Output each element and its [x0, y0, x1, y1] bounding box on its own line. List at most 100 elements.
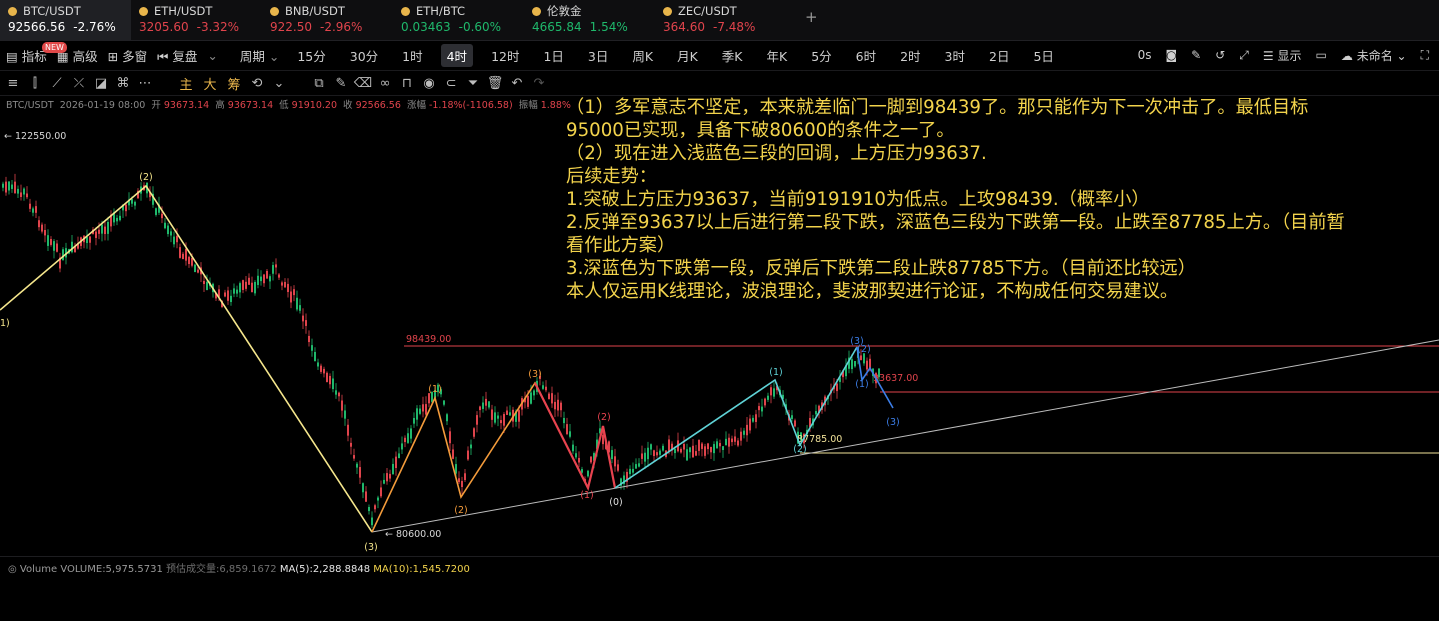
- candle-body: [71, 241, 73, 253]
- candle-body: [794, 420, 796, 427]
- undo-icon[interactable]: ↶: [506, 76, 528, 91]
- layout-name-dropdown[interactable]: ☁ 未命名 ⌄: [1341, 47, 1407, 64]
- darkblue-wave-label-2: (2): [857, 344, 870, 355]
- refresh-icon[interactable]: ⟲: [246, 76, 268, 91]
- expand-icon[interactable]: ⤢: [1239, 48, 1249, 63]
- trash-icon[interactable]: 🗑: [484, 76, 506, 91]
- candle-body: [590, 456, 592, 463]
- candle-body: [167, 225, 169, 235]
- candle-body: [692, 445, 694, 458]
- period-14[interactable]: 3时: [939, 44, 971, 67]
- eraser-icon[interactable]: ⌫: [352, 76, 374, 91]
- period-6[interactable]: 3日: [582, 44, 614, 67]
- candle-body: [578, 457, 580, 463]
- period-10[interactable]: 年K: [760, 44, 793, 67]
- chip-distribution-toggle[interactable]: 筹: [222, 74, 246, 93]
- volume-eye-icon[interactable]: ◎: [8, 564, 17, 575]
- copy-icon[interactable]: ⧉: [308, 76, 330, 91]
- period-7[interactable]: 周K: [626, 44, 659, 67]
- period-13[interactable]: 2时: [894, 44, 926, 67]
- period-dropdown[interactable]: 周期 ⌄: [240, 46, 279, 65]
- ticker-change: 1.54%: [589, 20, 628, 34]
- indicator-button[interactable]: ▤ 指标 NEW: [6, 41, 67, 65]
- candle-body: [392, 463, 394, 475]
- ticker-symbol: ETH/USDT: [154, 4, 213, 18]
- red-wave-label-2: (2): [597, 412, 610, 423]
- period-2[interactable]: 1时: [396, 44, 428, 67]
- candle-body: [530, 392, 532, 404]
- period-4[interactable]: 12时: [485, 44, 525, 67]
- trend-line-icon[interactable]: ⟋: [46, 76, 68, 91]
- period-8[interactable]: 月K: [671, 44, 704, 67]
- ticker-symbol: BNB/USDT: [285, 4, 345, 18]
- ray-line-icon[interactable]: ⤫: [68, 76, 90, 91]
- candle-body: [23, 188, 25, 195]
- candle-body: [725, 438, 727, 446]
- ticker-tab-4[interactable]: 伦敦金 4665.84 1.54%: [524, 0, 655, 40]
- candle-body: [119, 215, 121, 221]
- candle-body: [131, 199, 133, 204]
- period-5[interactable]: 1日: [537, 44, 569, 67]
- layout-name-label: 未命名: [1356, 48, 1393, 63]
- link-icon[interactable]: ∞: [374, 76, 396, 91]
- candle-body: [668, 439, 670, 452]
- candle-body: [485, 398, 487, 406]
- candle-body: [194, 264, 196, 273]
- ticker-tab-0[interactable]: BTC/USDT 92566.56 -2.76%: [0, 0, 131, 40]
- coin-icon: [8, 6, 17, 16]
- period-16[interactable]: 5日: [1027, 44, 1059, 67]
- candle-body: [305, 320, 307, 326]
- multi-window-button[interactable]: ⊞ 多窗: [108, 46, 147, 65]
- candle-body: [695, 451, 697, 456]
- yellow-wave-label-1: (1): [0, 318, 10, 329]
- period-9[interactable]: 季K: [716, 44, 749, 67]
- period-1[interactable]: 30分: [344, 44, 384, 67]
- candle-body: [716, 441, 718, 449]
- brush-icon[interactable]: ⌘: [112, 76, 134, 91]
- ticker-tab-1[interactable]: ETH/USDT 3205.60 -3.32%: [131, 0, 262, 40]
- candle-body: [527, 395, 529, 407]
- menu-icon[interactable]: ≡: [2, 76, 24, 91]
- candle-type-icon[interactable]: ⫿: [24, 76, 46, 91]
- ticker-price: 4665.84: [532, 20, 582, 34]
- chevron-down-icon[interactable]: ⌄: [207, 48, 217, 63]
- chevron-down-icon[interactable]: ⌄: [268, 76, 290, 91]
- pen-icon[interactable]: ✎: [330, 76, 352, 91]
- camera-icon[interactable]: ◙: [1166, 48, 1178, 62]
- eye-icon[interactable]: ◉: [418, 76, 440, 91]
- candle-body: [332, 378, 334, 390]
- period-15[interactable]: 2日: [983, 44, 1015, 67]
- candle-body: [347, 424, 349, 436]
- period-11[interactable]: 5分: [805, 44, 837, 67]
- filter-icon[interactable]: ⏷: [462, 76, 484, 91]
- large-order-toggle[interactable]: 大: [198, 74, 222, 93]
- candle-body: [506, 410, 508, 415]
- period-3[interactable]: 4时: [440, 43, 474, 67]
- coin-icon: [270, 6, 279, 16]
- candle-body: [602, 434, 604, 445]
- candle-body: [20, 192, 22, 197]
- period-12[interactable]: 6时: [850, 44, 882, 67]
- fullscreen-icon[interactable]: ⛶: [1421, 48, 1429, 63]
- replay-button[interactable]: ⏮ 复盘: [157, 46, 197, 65]
- ticker-tab-5[interactable]: ZEC/USDT 364.60 -7.48%: [655, 0, 786, 40]
- pencil-icon[interactable]: ✎: [1191, 48, 1201, 62]
- add-tab-button[interactable]: +: [805, 8, 818, 26]
- lock-icon[interactable]: ⊓: [396, 76, 418, 91]
- display-button[interactable]: ☰ 显示: [1263, 47, 1302, 64]
- candle-body: [575, 453, 577, 458]
- ticker-tab-3[interactable]: ETH/BTC 0.03463 -0.60%: [393, 0, 524, 40]
- main-indicator-toggle[interactable]: 主: [174, 74, 198, 93]
- candle-body: [293, 289, 295, 296]
- advanced-label: 高级: [72, 48, 98, 64]
- redo-icon[interactable]: ↷: [528, 76, 550, 91]
- layout-icon[interactable]: ▭: [1316, 48, 1327, 62]
- more-tools-icon[interactable]: ⋯: [134, 76, 156, 91]
- period-0[interactable]: 15分: [291, 44, 331, 67]
- magnet-icon[interactable]: ⊂: [440, 76, 462, 91]
- indicator-icon: ▤: [6, 48, 18, 64]
- volume-value: VOLUME:5,975.5731: [60, 564, 163, 575]
- undo-icon[interactable]: ↺: [1215, 48, 1225, 62]
- channel-icon[interactable]: ◪: [90, 76, 112, 91]
- ticker-tab-2[interactable]: BNB/USDT 922.50 -2.96%: [262, 0, 393, 40]
